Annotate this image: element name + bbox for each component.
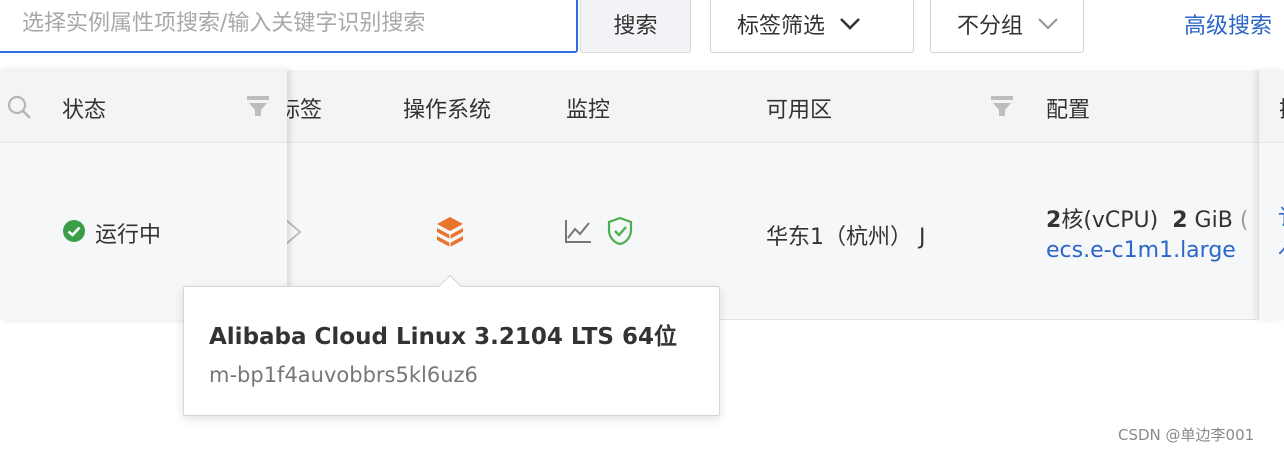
- config-trail: (: [1239, 208, 1249, 233]
- memory-unit: GiB: [1194, 208, 1233, 233]
- column-header-status[interactable]: 状态: [62, 92, 106, 124]
- search-icon[interactable]: [6, 94, 32, 120]
- column-header-config[interactable]: 配置: [1046, 92, 1090, 124]
- group-dropdown[interactable]: 不分组: [930, 0, 1084, 53]
- group-label: 不分组: [957, 13, 1024, 39]
- action-link-2[interactable]: 亻: [1278, 236, 1284, 268]
- search-input[interactable]: [22, 11, 562, 36]
- column-header-actions[interactable]: 操: [1279, 92, 1284, 124]
- os-tooltip: Alibaba Cloud Linux 3.2104 LTS 64位 m-bp1…: [183, 274, 720, 416]
- cpu-unit: 核(vCPU): [1061, 208, 1159, 233]
- chevron-down-icon: [1038, 17, 1058, 30]
- cpu-count: 2: [1046, 208, 1062, 233]
- filter-icon[interactable]: [246, 95, 270, 117]
- right-frozen-column: 操 讠 亻: [1258, 70, 1284, 320]
- watermark: CSDN @单边李001: [1118, 426, 1255, 444]
- column-header-os[interactable]: 操作系统: [403, 92, 491, 124]
- search-input-wrapper[interactable]: [0, 0, 578, 53]
- frozen-status-column: 状态 运行中: [0, 70, 287, 320]
- zone-value: 华东1（杭州） J: [766, 225, 926, 250]
- check-circle-icon: [63, 220, 85, 242]
- memory-count: 2: [1172, 208, 1188, 233]
- config-spec: 2核(vCPU) 2 GiB (: [1046, 202, 1248, 234]
- tag-filter-dropdown[interactable]: 标签筛选: [710, 0, 914, 53]
- action-link-1[interactable]: 讠: [1278, 200, 1284, 232]
- chevron-down-icon: [840, 17, 860, 30]
- filter-icon[interactable]: [990, 95, 1014, 117]
- advanced-search-link[interactable]: 高级搜索: [1184, 8, 1272, 40]
- instance-type-link[interactable]: ecs.e-c1m1.large: [1046, 238, 1236, 263]
- page: 搜索 标签筛选 不分组 高级搜索 标签 操作系统 监控 可用区 配置: [0, 0, 1284, 450]
- search-button[interactable]: 搜索: [580, 0, 691, 53]
- tooltip-os-name: Alibaba Cloud Linux 3.2104 LTS 64位: [209, 324, 677, 350]
- tag-filter-label: 标签筛选: [737, 13, 826, 39]
- frozen-header: 状态: [0, 70, 287, 143]
- tooltip-image-id: m-bp1f4auvobbrs5kl6uz6: [209, 363, 478, 387]
- column-header-zone[interactable]: 可用区: [766, 92, 832, 124]
- chart-line-icon[interactable]: [564, 218, 592, 244]
- column-header-monitor[interactable]: 监控: [566, 92, 610, 124]
- os-icon[interactable]: [435, 216, 465, 250]
- status-running: 运行中: [95, 223, 162, 248]
- shield-check-icon[interactable]: [607, 216, 633, 246]
